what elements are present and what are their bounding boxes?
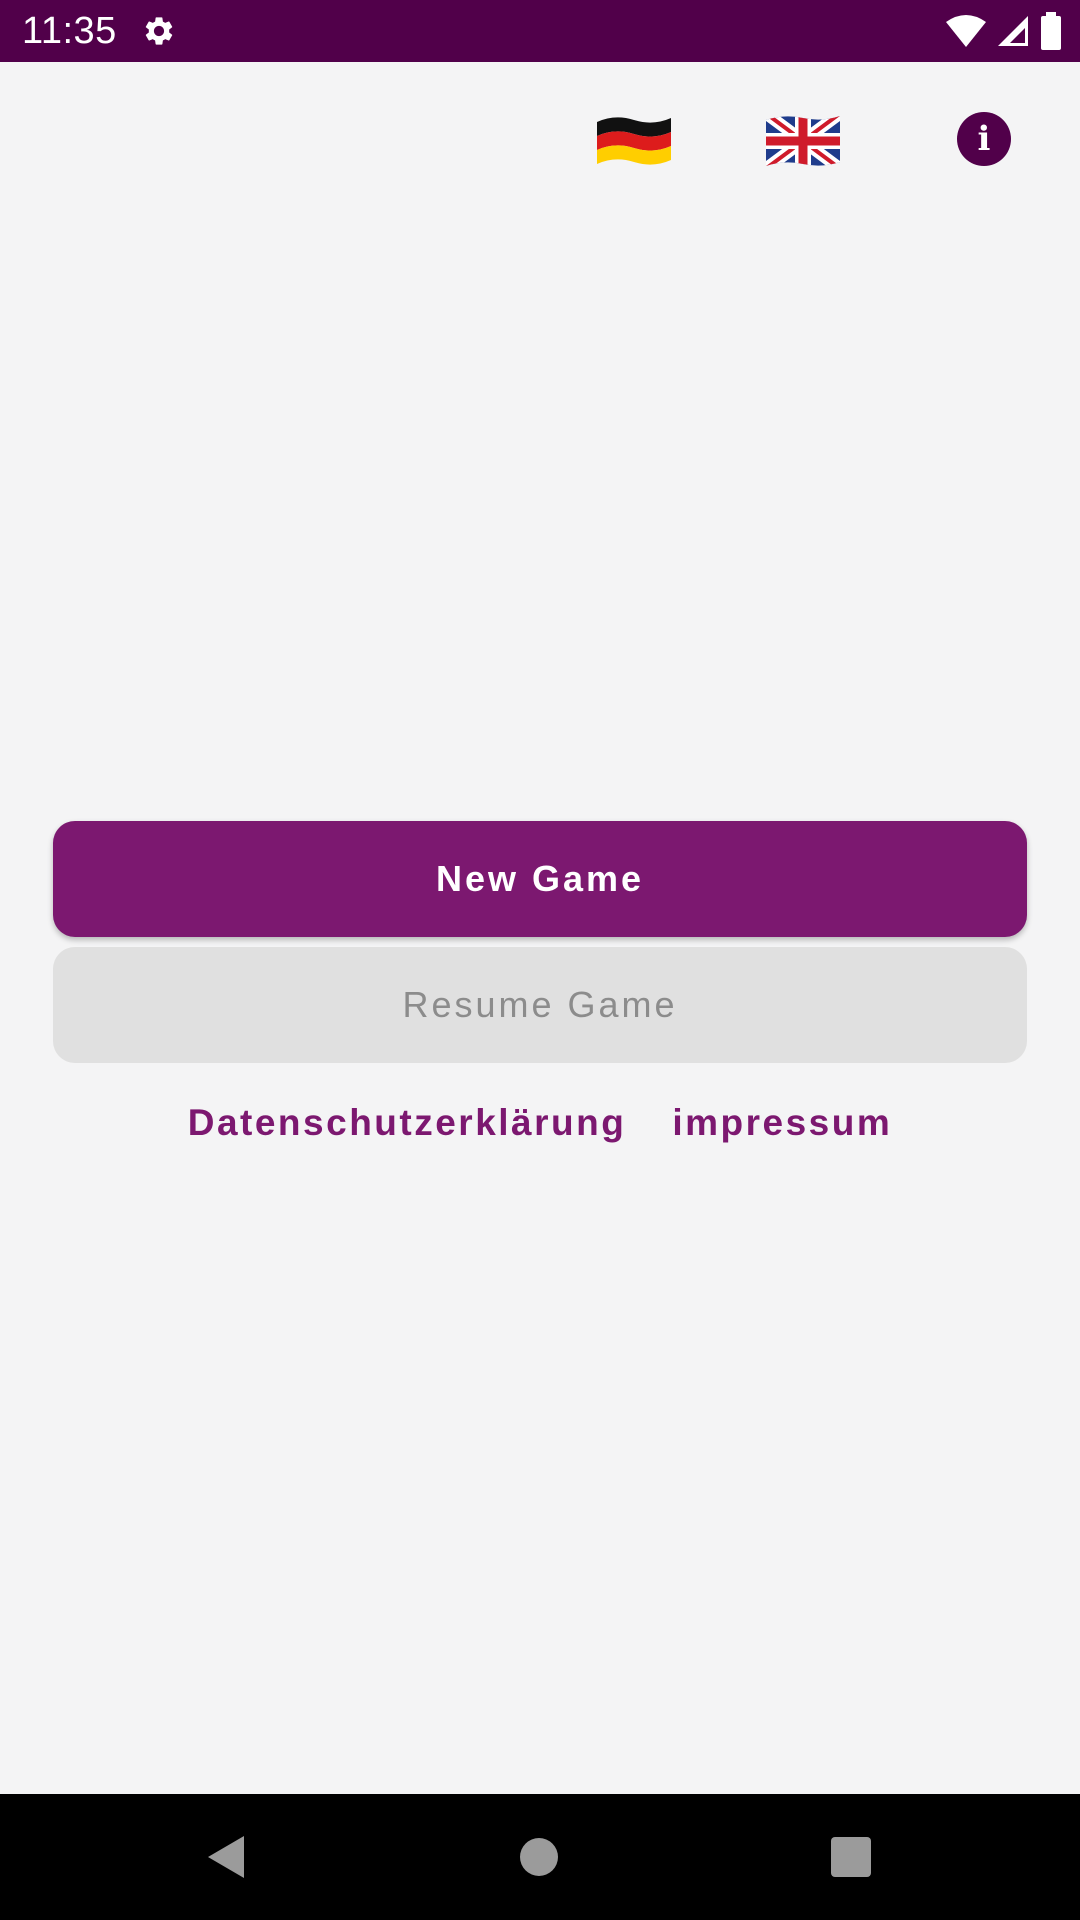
imprint-link[interactable]: impressum <box>672 1102 892 1144</box>
privacy-link[interactable]: Datenschutzerklärung <box>188 1102 627 1144</box>
resume-game-label: Resume Game <box>402 984 678 1025</box>
info-icon: i <box>977 119 991 159</box>
home-icon[interactable] <box>520 1838 558 1876</box>
wifi-icon <box>946 15 986 47</box>
status-time: 11:35 <box>22 10 117 52</box>
settings-icon <box>145 17 173 45</box>
new-game-button[interactable]: New Game <box>53 821 1027 937</box>
main-screen: i New Game Resume Game Datenschutzerklär… <box>0 62 1080 1794</box>
back-icon[interactable] <box>206 1834 246 1880</box>
info-button[interactable]: i <box>957 112 1011 166</box>
signal-icon <box>998 16 1028 46</box>
german-flag-icon[interactable] <box>595 112 673 170</box>
status-icons <box>946 12 1062 50</box>
navigation-bar <box>0 1794 1080 1920</box>
new-game-label: New Game <box>435 858 645 899</box>
status-bar: 11:35 <box>0 0 1080 62</box>
uk-flag-icon[interactable] <box>764 112 842 170</box>
battery-icon <box>1041 12 1061 50</box>
footer-links: Datenschutzerklärung impressum <box>0 1102 1080 1144</box>
recents-icon[interactable] <box>831 1837 871 1877</box>
resume-game-button[interactable]: Resume Game <box>53 947 1027 1063</box>
